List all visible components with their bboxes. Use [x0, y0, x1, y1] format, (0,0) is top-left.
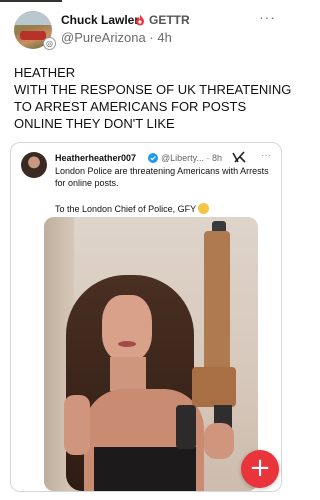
meta-separator: ·	[149, 30, 154, 45]
post-text-line: ONLINE THEY DON'T LIKE	[14, 116, 175, 131]
verified-badge-icon	[148, 153, 158, 163]
platform-tag: GETTR	[149, 13, 190, 27]
post-text-line: WITH THE RESPONSE OF UK THREATENING	[14, 82, 292, 97]
author-name[interactable]: Chuck Lawler	[61, 13, 139, 27]
post-text: HEATHER WITH THE RESPONSE OF UK THREATEN…	[14, 64, 292, 132]
plus-icon: +	[249, 453, 271, 483]
quoted-author-name[interactable]: Heatherheather007	[55, 153, 136, 163]
quoted-author-avatar[interactable]	[21, 152, 47, 178]
compose-fab-button[interactable]: +	[241, 450, 279, 488]
quoted-text: London Police are threatening Americans …	[55, 166, 269, 188]
grimacing-emoji-icon	[198, 203, 210, 214]
quoted-post-card[interactable]: Heatherheather007 @Liberty... · 8h ··· L…	[10, 142, 282, 492]
gettr-flame-icon	[136, 14, 144, 26]
avatar-badge-icon: ◎	[43, 37, 56, 50]
more-options-icon[interactable]: ···	[259, 9, 276, 25]
post-time: 4h	[157, 30, 172, 45]
post-text-line: HEATHER	[14, 65, 76, 80]
author-handle[interactable]: @PureArizona	[61, 30, 146, 45]
quoted-photo[interactable]	[44, 217, 258, 491]
quoted-text-line2: To the London Chief of Police, GFY	[55, 203, 210, 214]
quoted-more-icon[interactable]: ···	[261, 150, 271, 161]
grok-icon[interactable]	[232, 151, 246, 164]
handle-and-time: @PureArizona · 4h	[61, 30, 172, 45]
post-header: ◎ Chuck Lawler GETTR @PureArizona · 4h ·…	[14, 9, 280, 52]
quoted-handle-time: @Liberty... · 8h	[161, 153, 222, 163]
top-divider	[0, 0, 62, 2]
quoted-text-second: To the London Chief of Police, GFY	[55, 204, 197, 214]
post-text-line: TO ARREST AMERICANS FOR POSTS	[14, 99, 247, 114]
